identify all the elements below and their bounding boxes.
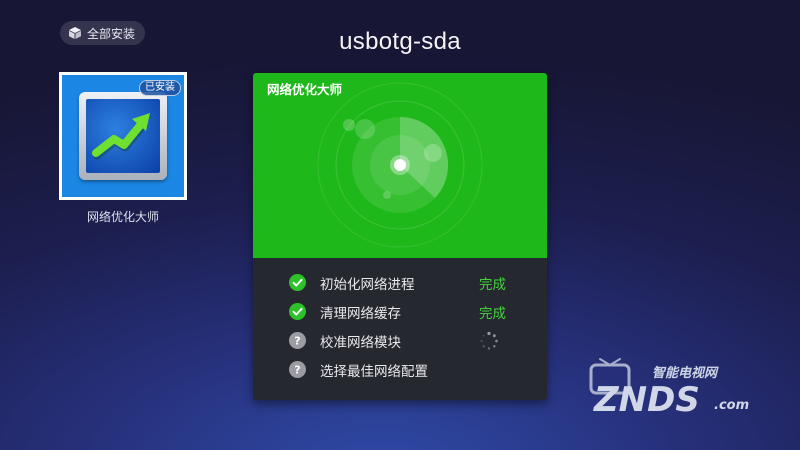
task-list: 初始化网络进程 完成 清理网络缓存 完成 ? 校准网络模块 ? 选择最佳网络配置: [253, 258, 547, 384]
app-icon-frame: [79, 92, 167, 180]
task-label: 校准网络模块: [320, 334, 401, 351]
watermark-dotcom: .com: [714, 398, 749, 413]
task-row-calibrate: ? 校准网络模块: [253, 326, 547, 355]
task-status-done: 完成: [479, 276, 506, 293]
question-circle-icon: ?: [289, 332, 306, 349]
svg-text:?: ?: [294, 364, 300, 377]
app-tile[interactable]: 已安装: [59, 72, 187, 200]
watermark-znds: ZNDS: [593, 380, 700, 420]
task-row-config: ? 选择最佳网络配置: [253, 355, 547, 384]
task-status-done: 完成: [479, 305, 506, 322]
radar-scan-graphic: [317, 82, 483, 248]
task-row-cache: 清理网络缓存 完成: [253, 297, 547, 326]
check-circle-icon: [289, 274, 306, 291]
app-name: 网络优化大师: [86, 210, 159, 224]
chart-trend-icon: [92, 113, 150, 160]
question-circle-icon: ?: [289, 361, 306, 378]
page-title: usbotg-sda: [339, 28, 461, 55]
loading-spinner-icon: [480, 331, 498, 350]
app-icon-background: 已安装: [62, 75, 184, 197]
panel-header: 网络优化大师: [253, 73, 547, 258]
task-label: 初始化网络进程: [320, 276, 415, 293]
task-label: 选择最佳网络配置: [320, 363, 428, 380]
task-row-init: 初始化网络进程 完成: [253, 268, 547, 297]
optimizer-panel: 网络优化大师 初始化网络进程 完成 清理网络缓存 完成 ? 校准网络模块 ? 选…: [253, 73, 547, 400]
svg-text:?: ?: [294, 335, 300, 348]
znds-watermark-logo: 智能电视网 ZNDS .com: [589, 358, 749, 420]
watermark-cn: 智能电视网: [652, 365, 719, 381]
panel-title: 网络优化大师: [267, 82, 343, 97]
check-circle-icon: [289, 303, 306, 320]
task-label: 清理网络缓存: [320, 305, 401, 322]
installed-badge: 已安装: [139, 80, 181, 96]
app-icon-screen: [86, 99, 160, 173]
